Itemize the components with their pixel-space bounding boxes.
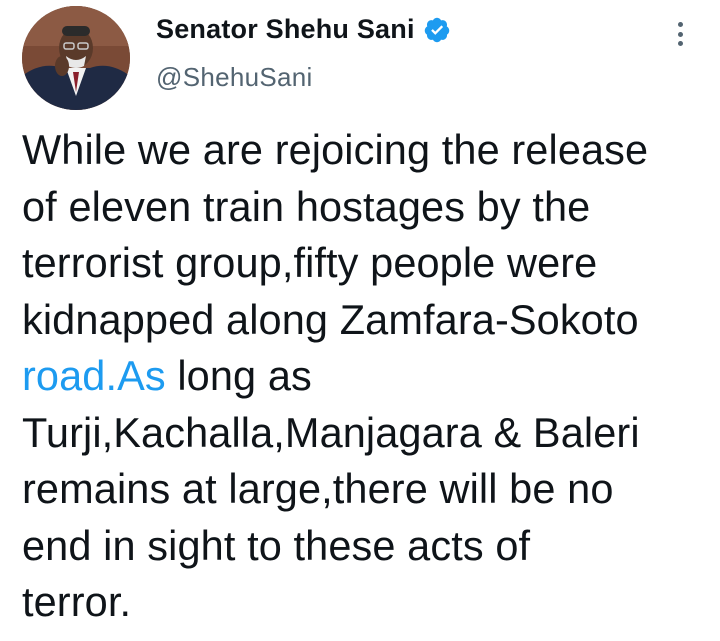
- author-name-row: Senator Shehu Sani: [156, 14, 451, 45]
- tweet-text-segment: terrorist group,fifty people were: [22, 239, 598, 286]
- tweet-text-line: terror.: [22, 574, 712, 631]
- tweet-text-segment: long as: [165, 352, 312, 399]
- tweet-text-line: While we are rejoicing the release: [22, 122, 712, 179]
- tweet-card: Senator Shehu Sani @ShehuSani While we a…: [0, 0, 720, 641]
- tweet-text-link[interactable]: road.As: [22, 352, 166, 399]
- more-options-button[interactable]: [666, 16, 694, 52]
- verified-badge-icon: [423, 16, 451, 44]
- profile-avatar[interactable]: [22, 6, 130, 110]
- tweet-text-segment: remains at large,there will be no: [22, 465, 614, 512]
- tweet-text-segment: end in sight to these acts of: [22, 521, 531, 569]
- tweet-header: Senator Shehu Sani @ShehuSani: [0, 0, 720, 120]
- tweet-text-segment: Turji,Kachalla,Manjagara & Baleri: [22, 408, 640, 456]
- tweet-text-segment: While we are rejoicing the release: [22, 126, 649, 173]
- tweet-text-line: end in sight to these acts of: [22, 518, 712, 575]
- more-vertical-icon: [677, 22, 683, 27]
- tweet-text-segment: terror.: [22, 578, 132, 625]
- tweet-text-line: remains at large,there will be no: [22, 461, 712, 518]
- more-vertical-icon-dot: [677, 31, 683, 37]
- tweet-text-segment: kidnapped along Zamfara-Sokoto: [22, 295, 639, 343]
- tweet-text-line: of eleven train hostages by the: [22, 179, 712, 236]
- tweet-text-line: road.As long as: [22, 348, 712, 405]
- tweet-text-line: terrorist group,fifty people were: [22, 235, 712, 292]
- more-vertical-icon-dot: [677, 41, 683, 46]
- tweet-text: While we are rejoicing the release of el…: [22, 122, 712, 631]
- author-handle[interactable]: @ShehuSani: [156, 62, 313, 93]
- author-display-name[interactable]: Senator Shehu Sani: [156, 14, 415, 45]
- tweet-text-line: kidnapped along Zamfara-Sokoto: [22, 292, 712, 349]
- avatar-image: [22, 6, 130, 110]
- tweet-text-segment: of eleven train hostages by the: [22, 182, 591, 230]
- tweet-text-line: Turji,Kachalla,Manjagara & Baleri: [22, 405, 712, 462]
